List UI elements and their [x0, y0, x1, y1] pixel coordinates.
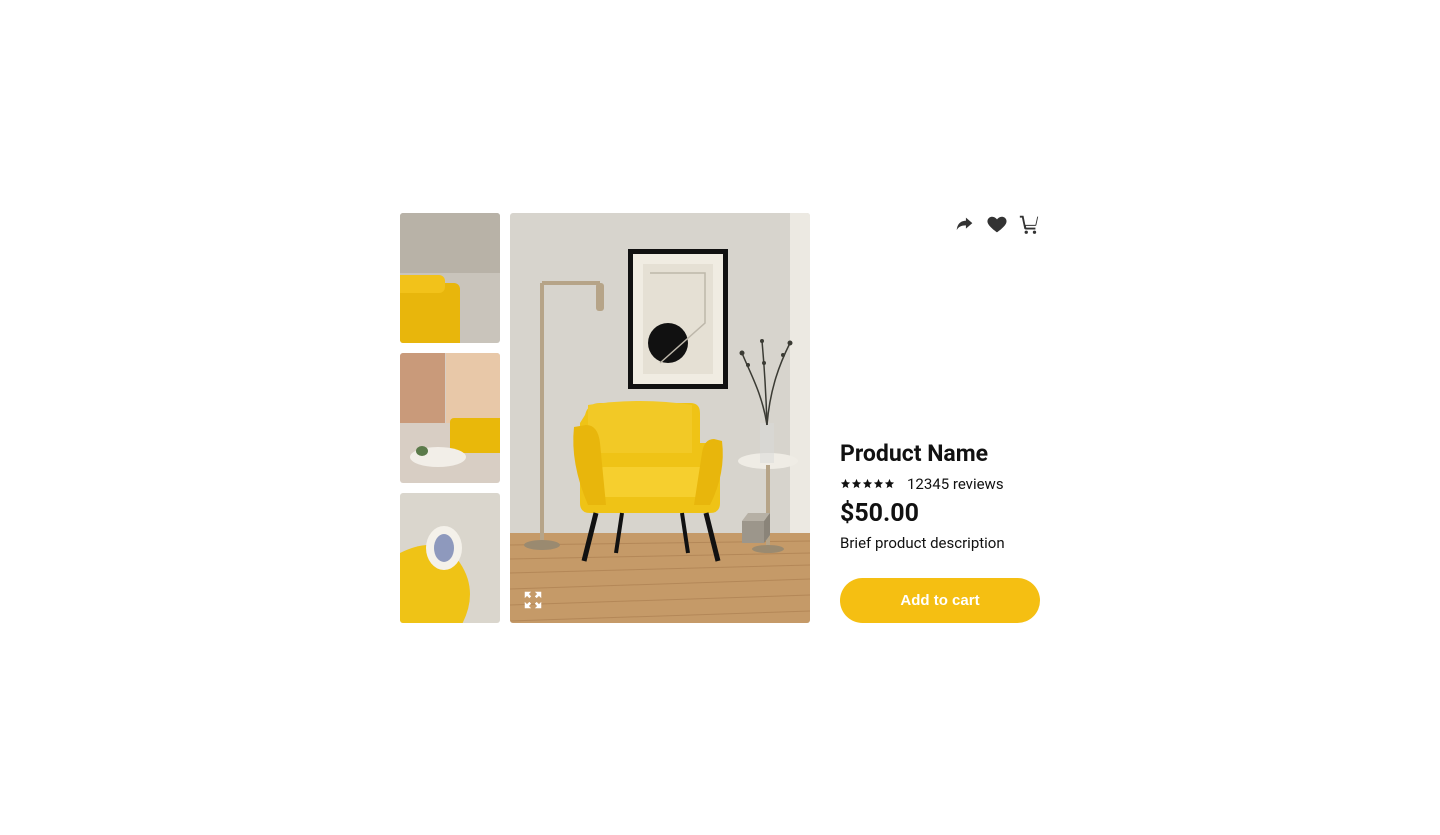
product-info: Product Name 12345 reviews $50.00 Brief …: [840, 213, 1040, 623]
main-product-image[interactable]: [510, 213, 810, 623]
top-actions: [840, 213, 1040, 235]
review-count[interactable]: 12345 reviews: [907, 475, 1004, 493]
product-description: Brief product description: [840, 534, 1040, 552]
product-title: Product Name: [840, 440, 1040, 467]
thumbnail-2[interactable]: [400, 353, 500, 483]
cart-icon[interactable]: [1018, 213, 1040, 235]
add-to-cart-button[interactable]: Add to cart: [840, 578, 1040, 623]
rating-row: 12345 reviews: [840, 475, 1040, 493]
heart-icon[interactable]: [986, 213, 1008, 235]
product-details: Product Name 12345 reviews $50.00 Brief …: [840, 440, 1040, 623]
thumbnail-1[interactable]: [400, 213, 500, 343]
thumbnail-3[interactable]: [400, 493, 500, 623]
thumbnail-column: [400, 213, 500, 623]
share-icon[interactable]: [954, 213, 976, 235]
product-card: Product Name 12345 reviews $50.00 Brief …: [400, 213, 1040, 623]
expand-icon[interactable]: [522, 589, 544, 611]
product-price: $50.00: [840, 499, 1040, 528]
rating-stars: [840, 478, 895, 489]
